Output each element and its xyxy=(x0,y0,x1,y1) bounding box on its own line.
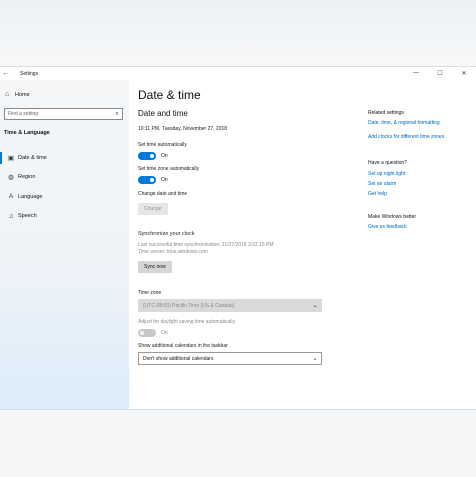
question-title: Have a question? xyxy=(368,160,407,166)
current-datetime: 10:11 PM, Tuesday, November 27, 2018 xyxy=(138,126,228,132)
sync-last-time: Last successful time synchronization: 11… xyxy=(138,242,274,248)
timezone-label: Time zone xyxy=(138,290,162,296)
set-alarm-link[interactable]: Set an alarm xyxy=(368,181,473,187)
change-datetime-label: Change date and time xyxy=(138,191,188,197)
close-button[interactable]: ✕ xyxy=(452,70,476,77)
chevron-down-icon: ⌄ xyxy=(312,356,318,362)
window-controls: — ☐ ✕ xyxy=(404,70,476,77)
sidebar-item-label: Date & time xyxy=(18,154,47,161)
home-label: Home xyxy=(15,91,30,98)
sidebar-item-label: Speech xyxy=(18,213,37,220)
minimize-button[interactable]: — xyxy=(404,70,428,77)
get-help-link[interactable]: Get help xyxy=(368,191,473,197)
search-placeholder: Find a setting xyxy=(8,111,39,117)
toggle-state: On xyxy=(161,330,168,336)
set-tz-auto-toggle-row: On xyxy=(138,176,338,184)
search-icon[interactable]: ⌕ xyxy=(112,111,122,118)
right-panel: Related settings Date, time, & regional … xyxy=(368,80,473,230)
sidebar-item-region[interactable]: ◍ Region xyxy=(0,168,129,188)
dst-label: Adjust for daylight saving time automati… xyxy=(138,319,235,325)
sidebar: ⌂ Home Find a setting ⌕ Time & Language … xyxy=(0,80,129,409)
add-clocks-link[interactable]: Add clocks for different time zones xyxy=(368,134,473,140)
feedback-link[interactable]: Give us feedback xyxy=(368,224,473,230)
sidebar-item-label: Language xyxy=(18,193,43,200)
sidebar-item-label: Region xyxy=(18,174,36,181)
dst-toggle-row: On xyxy=(138,329,338,337)
toggle-state: On xyxy=(161,153,168,159)
sync-title: Synchronize your clock xyxy=(138,231,195,237)
maximize-button[interactable]: ☐ xyxy=(428,70,452,77)
search-input[interactable]: Find a setting ⌕ xyxy=(4,108,123,120)
sync-now-button[interactable]: Sync now xyxy=(138,261,172,273)
home-icon: ⌂ xyxy=(5,91,10,98)
set-time-auto-toggle[interactable] xyxy=(138,152,156,160)
timezone-value: (UTC-08:00) Pacific Time (US & Canada) xyxy=(143,302,235,309)
night-light-link[interactable]: Set up night light xyxy=(368,171,473,177)
related-settings-title: Related settings xyxy=(368,110,404,116)
set-tz-auto-toggle[interactable] xyxy=(138,176,156,184)
calendars-select[interactable]: Don't show additional calendars ⌄ xyxy=(138,352,322,365)
microphone-icon: ♫ xyxy=(8,212,14,220)
back-arrow-icon[interactable]: ← xyxy=(0,70,12,77)
chevron-down-icon: ⌄ xyxy=(312,303,318,309)
set-time-auto-label: Set time automatically xyxy=(138,142,187,148)
window-title: Settings xyxy=(20,70,39,77)
globe-icon: ◍ xyxy=(8,174,14,182)
set-tz-auto-label: Set time zone automatically xyxy=(138,166,200,172)
home-nav-item[interactable]: ⌂ Home xyxy=(0,80,129,98)
section-heading: Date and time xyxy=(138,109,188,118)
title-bar: ← Settings — ☐ ✕ xyxy=(0,67,476,80)
sync-time-server: Time server: time.windows.com xyxy=(138,249,208,255)
language-icon: A xyxy=(8,193,14,201)
calendars-value: Don't show additional calendars xyxy=(143,355,214,362)
calendar-clock-icon: ▣ xyxy=(7,154,15,162)
timezone-select[interactable]: (UTC-08:00) Pacific Time (US & Canada) ⌄ xyxy=(138,299,322,312)
improve-title: Make Windows better xyxy=(368,214,417,220)
page-title: Date & time xyxy=(138,88,201,102)
main-content: Date & time Date and time 10:11 PM, Tues… xyxy=(138,80,338,365)
toggle-state: On xyxy=(161,177,168,183)
sidebar-nav: ▣ Date & time ◍ Region A Language ♫ Spee… xyxy=(0,148,129,226)
change-button[interactable]: Change xyxy=(138,203,168,215)
regional-formatting-link[interactable]: Date, time, & regional formatting xyxy=(368,120,473,126)
settings-window: ← Settings — ☐ ✕ ⌂ Home Find a setting ⌕… xyxy=(0,66,476,410)
set-time-auto-toggle-row: On xyxy=(138,152,338,160)
calendars-label: Show additional calendars in the taskbar xyxy=(138,343,228,349)
dst-toggle[interactable] xyxy=(138,329,156,337)
sidebar-item-language[interactable]: A Language xyxy=(0,187,129,207)
sidebar-item-speech[interactable]: ♫ Speech xyxy=(0,207,129,227)
section-title: Time & Language xyxy=(4,130,50,136)
sidebar-item-date-time[interactable]: ▣ Date & time xyxy=(0,148,129,168)
active-indicator xyxy=(0,151,2,164)
